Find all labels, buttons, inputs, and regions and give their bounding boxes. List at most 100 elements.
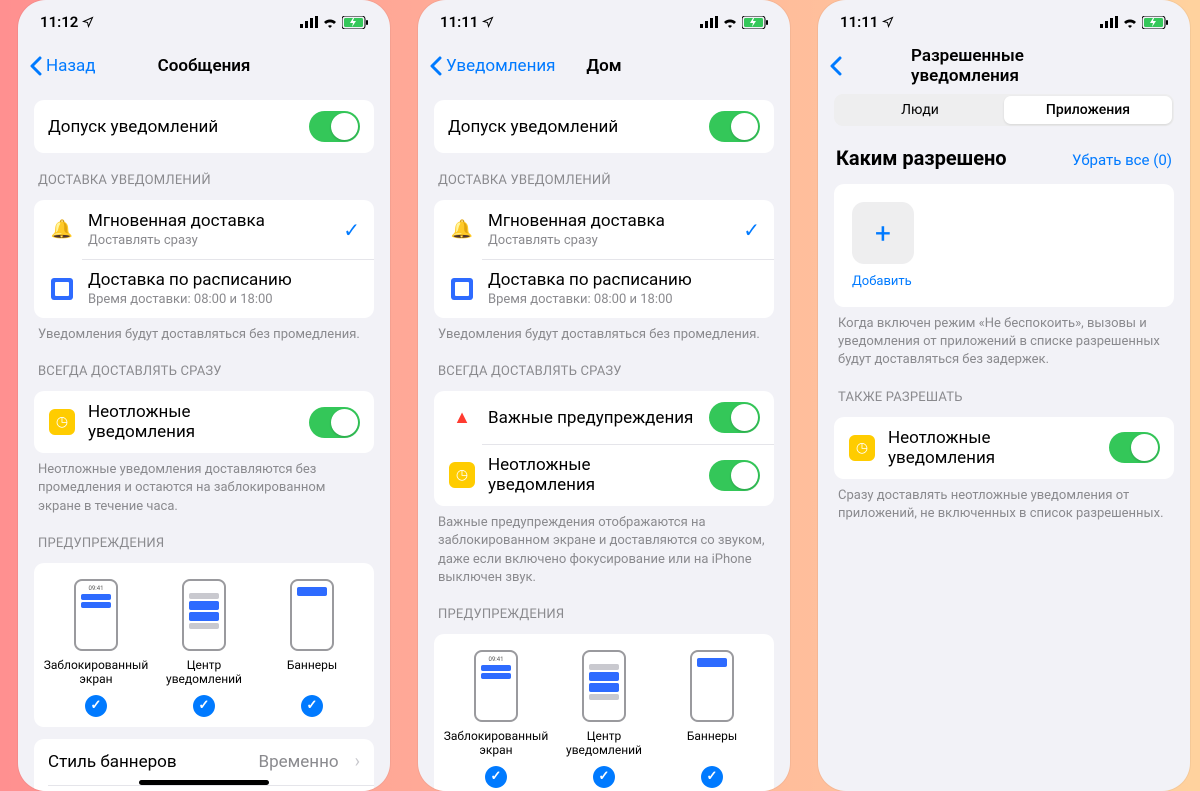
- chevron-left-icon: [30, 56, 42, 76]
- scheduled-sub: Время доставки: 08:00 и 18:00: [488, 292, 760, 307]
- alert-banner-col[interactable]: Баннеры ✓: [658, 650, 766, 788]
- battery-icon: [1142, 16, 1168, 29]
- alert-center-label: Центр уведомлений: [550, 730, 658, 758]
- urgent-row[interactable]: ◷ Неотложные уведомления: [834, 417, 1174, 479]
- section-header-alerts: ПРЕДУПРЕЖДЕНИЯ: [438, 607, 770, 622]
- signal-icon: [300, 16, 318, 28]
- critical-title: Важные предупреждения: [488, 408, 697, 428]
- status-bar: 11:11: [418, 0, 790, 44]
- back-button[interactable]: Назад: [30, 56, 96, 76]
- section-header-always: ВСЕГДА ДОСТАВЛЯТЬ СРАЗУ: [438, 364, 770, 379]
- back-button[interactable]: [830, 56, 842, 76]
- banner-style-row[interactable]: Стиль баннеров Временно ›: [34, 739, 374, 785]
- plus-icon: +: [875, 217, 891, 250]
- wifi-icon: [322, 16, 338, 28]
- home-indicator[interactable]: [139, 780, 269, 785]
- check-circle-icon[interactable]: ✓: [593, 766, 615, 788]
- check-circle-icon[interactable]: ✓: [301, 695, 323, 717]
- urgent-row[interactable]: ◷ Неотложные уведомления: [434, 444, 774, 506]
- check-icon: ✓: [343, 218, 360, 242]
- check-circle-icon[interactable]: ✓: [85, 695, 107, 717]
- clock-icon: ◷: [449, 462, 475, 488]
- scheduled-title: Доставка по расписанию: [488, 270, 760, 290]
- center-preview-icon: [182, 579, 226, 651]
- location-icon: [882, 16, 894, 28]
- banner-preview-icon: [290, 579, 334, 651]
- urgent-row[interactable]: ◷ Неотложные уведомления: [34, 391, 374, 453]
- seg-people[interactable]: Люди: [836, 96, 1004, 124]
- wifi-icon: [722, 16, 738, 28]
- check-circle-icon[interactable]: ✓: [193, 695, 215, 717]
- bell-icon: 🔔: [451, 219, 473, 240]
- calendar-icon: [451, 278, 473, 300]
- instant-sub: Доставлять сразу: [488, 233, 731, 248]
- instant-title: Мгновенная доставка: [488, 211, 731, 231]
- back-button[interactable]: Уведомления: [430, 56, 556, 76]
- signal-icon: [700, 16, 718, 28]
- allow-notifications-row[interactable]: Допуск уведомлений: [34, 100, 374, 153]
- seg-apps[interactable]: Приложения: [1004, 96, 1172, 124]
- instant-sub: Доставлять сразу: [88, 233, 331, 248]
- section-header-also: ТАКЖЕ РАЗРЕШАТЬ: [838, 390, 1170, 405]
- allow-label: Допуск уведомлений: [48, 117, 297, 137]
- remove-all-button[interactable]: Убрать все (0): [1072, 151, 1172, 169]
- segmented-control[interactable]: Люди Приложения: [834, 94, 1174, 126]
- alert-lock-label: Заблокированный экран: [42, 659, 150, 687]
- signal-icon: [1100, 16, 1118, 28]
- scheduled-sub: Время доставки: 08:00 и 18:00: [88, 292, 360, 307]
- alert-banner-col[interactable]: Баннеры ✓: [258, 579, 366, 717]
- allow-switch[interactable]: [309, 111, 360, 142]
- alert-lock-col[interactable]: 09:41 Заблокированный экран ✓: [442, 650, 550, 788]
- scheduled-delivery-row[interactable]: Доставка по расписанию Время доставки: 0…: [34, 259, 374, 318]
- add-label[interactable]: Добавить: [852, 274, 912, 289]
- allow-switch[interactable]: [709, 111, 760, 142]
- section-header-always: ВСЕГДА ДОСТАВЛЯТЬ СРАЗУ: [38, 364, 370, 379]
- urgent-title: Неотложные уведомления: [888, 428, 1097, 468]
- chevron-right-icon: ›: [355, 751, 360, 772]
- location-icon: [482, 16, 494, 28]
- instant-delivery-row[interactable]: 🔔 Мгновенная доставка Доставлять сразу ✓: [34, 200, 374, 259]
- urgent-switch[interactable]: [1109, 432, 1160, 463]
- alert-banner-label: Баннеры: [287, 659, 337, 687]
- back-label: Уведомления: [446, 56, 556, 76]
- critical-switch[interactable]: [709, 402, 760, 433]
- also-footer: Сразу доставлять неотложные уведомления …: [838, 487, 1170, 523]
- allow-notifications-row[interactable]: Допуск уведомлений: [434, 100, 774, 153]
- alerts-panel: 09:41 Заблокированный экран ✓ Центр увед…: [434, 634, 774, 791]
- lock-preview-icon: 09:41: [474, 650, 518, 722]
- status-bar: 11:12: [18, 0, 390, 44]
- urgent-switch[interactable]: [709, 460, 760, 491]
- clock-icon: ◷: [849, 435, 875, 461]
- section-header-alerts: ПРЕДУПРЕЖДЕНИЯ: [38, 536, 370, 551]
- add-app-button[interactable]: +: [852, 202, 914, 264]
- scheduled-delivery-row[interactable]: Доставка по расписанию Время доставки: 0…: [434, 259, 774, 318]
- status-time: 11:12: [40, 13, 78, 31]
- alert-lock-col[interactable]: 09:41 Заблокированный экран ✓: [42, 579, 150, 717]
- page-title: Разрешенные уведомления: [911, 46, 1097, 86]
- urgent-title: Неотложные уведомления: [488, 455, 697, 495]
- always-footer: Неотложные уведомления доставляются без …: [38, 461, 370, 516]
- sounds-row[interactable]: Звуки Нота ›: [34, 785, 374, 791]
- phone-screen-messages: 11:12 Назад Сообщения Допуск уведомлений…: [18, 0, 390, 791]
- warning-icon: ▲: [453, 407, 471, 428]
- nav-bar: Уведомления Дом: [418, 44, 790, 88]
- alert-banner-label: Баннеры: [687, 730, 737, 758]
- location-icon: [82, 16, 94, 28]
- instant-title: Мгновенная доставка: [88, 211, 331, 231]
- allowed-footer: Когда включен режим «Не беспокоить», выз…: [838, 315, 1170, 370]
- nav-bar: Назад Сообщения: [18, 44, 390, 88]
- lock-preview-icon: 09:41: [74, 579, 118, 651]
- alert-center-col[interactable]: Центр уведомлений ✓: [150, 579, 258, 717]
- allow-label: Допуск уведомлений: [448, 117, 697, 137]
- battery-icon: [742, 16, 768, 29]
- alert-center-col[interactable]: Центр уведомлений ✓: [550, 650, 658, 788]
- urgent-switch[interactable]: [309, 407, 360, 438]
- instant-delivery-row[interactable]: 🔔 Мгновенная доставка Доставлять сразу ✓: [434, 200, 774, 259]
- battery-icon: [342, 16, 368, 29]
- check-circle-icon[interactable]: ✓: [485, 766, 507, 788]
- critical-row[interactable]: ▲ Важные предупреждения: [434, 391, 774, 444]
- allowed-apps-card: + Добавить: [834, 184, 1174, 307]
- alert-center-label: Центр уведомлений: [150, 659, 258, 687]
- scheduled-title: Доставка по расписанию: [88, 270, 360, 290]
- check-circle-icon[interactable]: ✓: [701, 766, 723, 788]
